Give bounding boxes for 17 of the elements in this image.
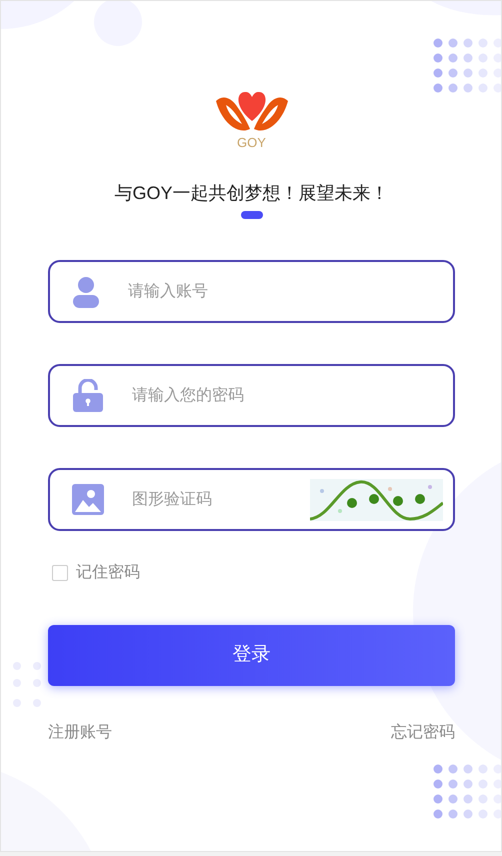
captcha-field[interactable]: 图形验证码 <box>48 468 455 531</box>
remember-label[interactable]: 记住密码 <box>76 561 140 585</box>
account-field[interactable]: 请输入账号 <box>48 260 455 323</box>
lock-icon <box>72 379 104 412</box>
image-icon <box>72 484 104 515</box>
slide-indicator[interactable] <box>240 211 262 219</box>
login-button[interactable]: 登录 <box>48 625 455 686</box>
remember-checkbox[interactable] <box>52 565 68 581</box>
user-icon <box>72 276 100 308</box>
slogan: 与GOY一起共创梦想！展望未来！ <box>113 182 390 205</box>
password-field[interactable]: 请输入您的密码 <box>48 364 455 427</box>
register-link[interactable]: 注册账号 <box>48 721 112 745</box>
logo-text: GOY <box>237 135 266 150</box>
captcha-input[interactable]: 图形验证码 <box>130 486 310 512</box>
forgot-password-link[interactable]: 忘记密码 <box>391 721 455 745</box>
account-input[interactable]: 请输入账号 <box>126 278 453 304</box>
password-input[interactable]: 请输入您的密码 <box>130 382 453 408</box>
